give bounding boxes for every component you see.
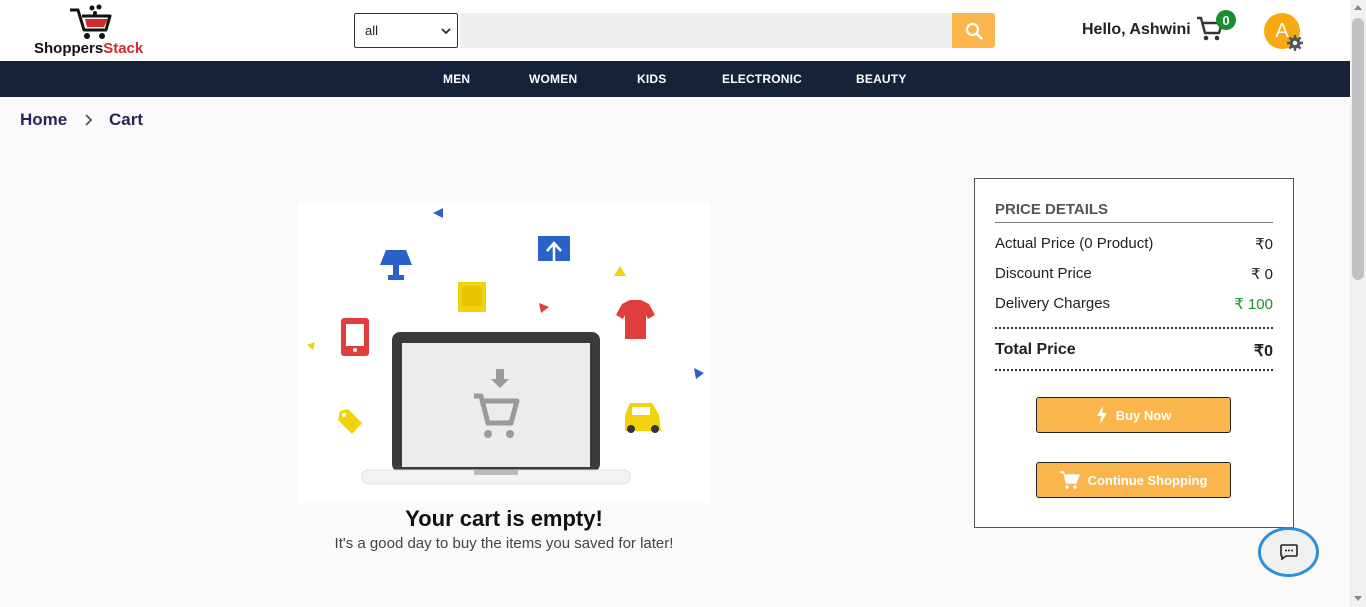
- logo-text-part2: Stack: [103, 40, 144, 57]
- divider: [995, 327, 1273, 329]
- empty-cart-illustration: [298, 203, 710, 503]
- scrollbar-thumb[interactable]: [1352, 18, 1364, 280]
- breadcrumb-current: Cart: [109, 110, 144, 129]
- search-category-select[interactable]: all: [354, 13, 458, 48]
- total-price-label: Total Price: [995, 341, 1076, 358]
- logo[interactable]: ShoppersStack: [30, 4, 170, 58]
- buy-now-button[interactable]: Buy Now: [1036, 397, 1231, 433]
- discount-price-label: Discount Price: [995, 265, 1092, 282]
- gear-icon[interactable]: [1286, 34, 1304, 52]
- chevron-right-icon: [85, 114, 93, 126]
- lightning-icon: [1096, 406, 1107, 424]
- nav-item-women[interactable]: WOMEN: [529, 72, 577, 86]
- user-greeting: Hello, Ashwini: [1082, 21, 1191, 38]
- scroll-up-arrow-icon[interactable]: [1354, 5, 1362, 10]
- category-nav: MEN WOMEN KIDS ELECTRONIC BEAUTY: [0, 61, 1350, 97]
- nav-item-kids[interactable]: KIDS: [637, 72, 666, 86]
- actual-price-value: ₹0: [1255, 236, 1273, 253]
- scroll-down-arrow-icon[interactable]: [1354, 596, 1362, 601]
- actual-price-label: Actual Price (0 Product): [995, 235, 1154, 252]
- price-details-panel: PRICE DETAILS Actual Price (0 Product) ₹…: [974, 178, 1294, 528]
- search-button[interactable]: [952, 13, 995, 48]
- logo-text-part1: Shoppers: [34, 40, 104, 57]
- search-icon: [965, 22, 983, 40]
- empty-cart-title: Your cart is empty!: [405, 506, 603, 531]
- nav-item-beauty[interactable]: BEAUTY: [856, 72, 907, 86]
- delivery-charges-label: Delivery Charges: [995, 295, 1111, 312]
- divider: [995, 369, 1273, 371]
- total-price-value: ₹0: [1253, 343, 1273, 360]
- header: ShoppersStack all Hello, Ashwini 0 A: [0, 0, 1350, 61]
- divider: [995, 222, 1273, 223]
- nav-item-electronic[interactable]: ELECTRONIC: [722, 72, 802, 86]
- price-details-title: PRICE DETAILS: [995, 201, 1109, 218]
- logo-text: ShoppersStack: [34, 40, 143, 57]
- search-input[interactable]: [460, 13, 952, 48]
- continue-shopping-label: Continue Shopping: [1087, 472, 1208, 488]
- search-category-value: all: [365, 23, 379, 38]
- discount-price-value: ₹ 0: [1250, 266, 1273, 283]
- cart-count-badge: 0: [1216, 10, 1236, 30]
- chat-button[interactable]: [1258, 527, 1319, 577]
- empty-cart-subtitle: It's a good day to buy the items you sav…: [334, 535, 674, 552]
- chevron-down-icon: [441, 27, 451, 34]
- continue-shopping-button[interactable]: Continue Shopping: [1036, 462, 1231, 498]
- breadcrumb-home[interactable]: Home: [20, 110, 67, 130]
- cart-icon: [1059, 471, 1080, 489]
- chat-icon: [1279, 544, 1298, 560]
- delivery-charges-value: ₹ 100: [1234, 296, 1273, 313]
- nav-item-men[interactable]: MEN: [443, 72, 470, 86]
- buy-now-label: Buy Now: [1115, 407, 1172, 423]
- shopping-cart-logo-icon: [70, 4, 112, 39]
